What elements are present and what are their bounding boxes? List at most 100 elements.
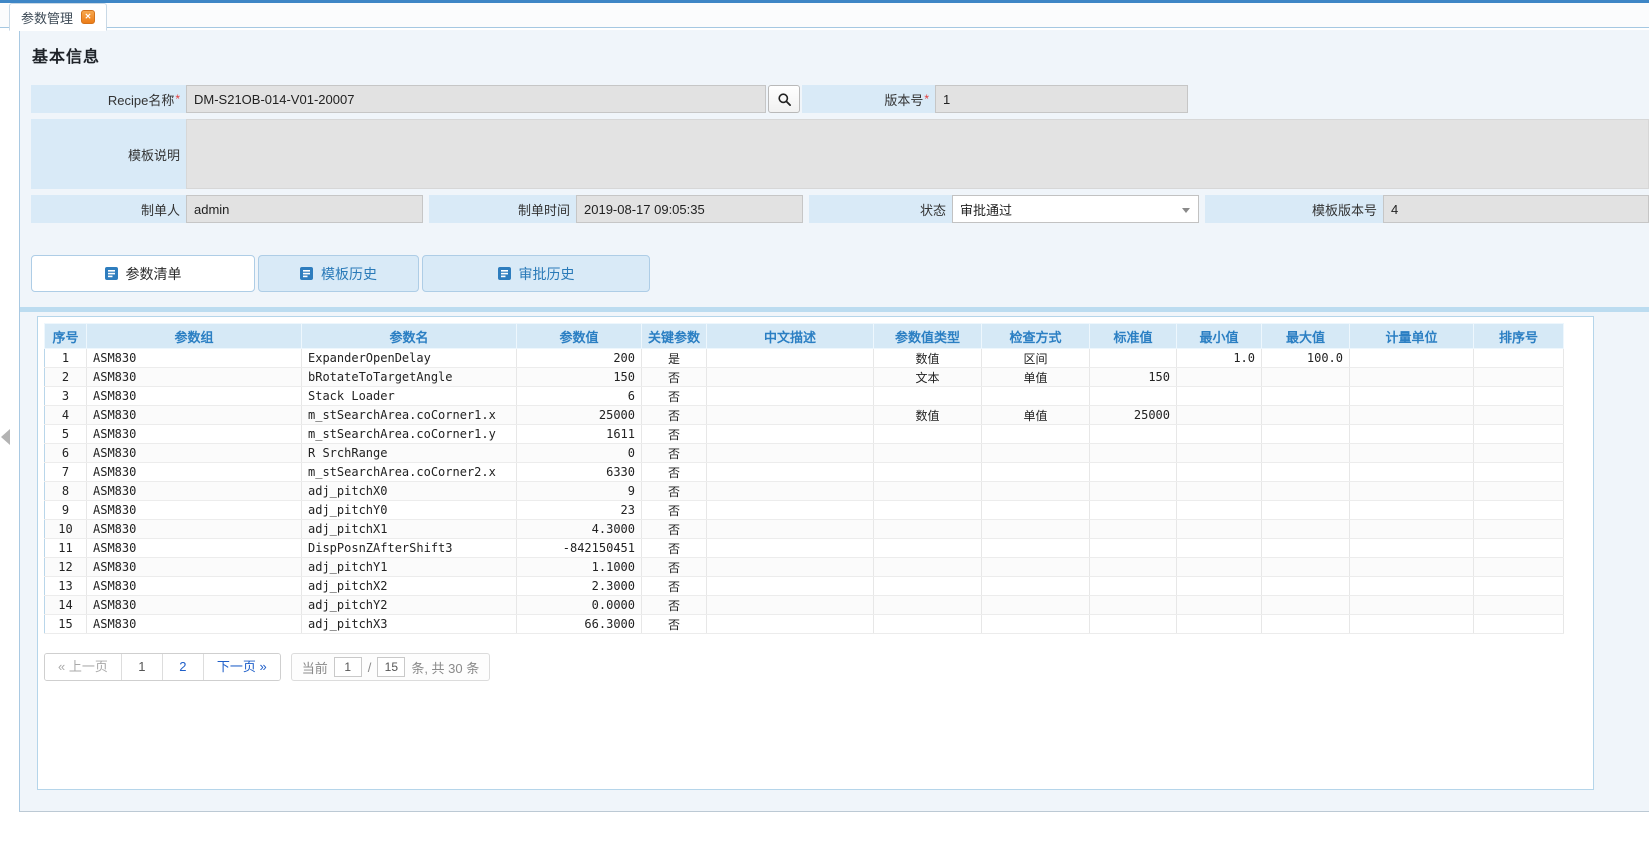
table-row[interactable]: 4ASM830m_stSearchArea.coCorner1.x25000否数… <box>45 406 1564 425</box>
collapse-panel-icon[interactable] <box>1 429 10 445</box>
table-cell: ASM830 <box>87 444 302 463</box>
table-cell <box>707 406 874 425</box>
page-title: 基本信息 <box>32 43 100 67</box>
table-cell <box>1474 406 1564 425</box>
table-cell <box>707 368 874 387</box>
table-cell: 15 <box>45 615 87 634</box>
page-button-group: « 上一页12下一页 » <box>44 653 281 681</box>
template-desc-textarea[interactable] <box>186 119 1649 189</box>
table-cell <box>1350 463 1474 482</box>
table-cell: 5 <box>45 425 87 444</box>
table-cell: ASM830 <box>87 558 302 577</box>
tab-template-history[interactable]: 模板历史 <box>258 255 419 292</box>
table-cell <box>1474 615 1564 634</box>
table-cell <box>1350 444 1474 463</box>
table-cell <box>1177 558 1262 577</box>
template-version-label: 模板版本号 <box>1205 195 1383 223</box>
table-cell <box>1090 558 1177 577</box>
table-cell: 11 <box>45 539 87 558</box>
table-cell: ASM830 <box>87 539 302 558</box>
table-row[interactable]: 14ASM830adj_pitchY20.0000否 <box>45 596 1564 615</box>
column-header: 参数组 <box>87 324 302 349</box>
column-header: 排序号 <box>1474 324 1564 349</box>
table-cell: 否 <box>642 425 707 444</box>
table-row[interactable]: 5ASM830m_stSearchArea.coCorner1.y1611否 <box>45 425 1564 444</box>
table-cell <box>707 482 874 501</box>
table-cell <box>1474 577 1564 596</box>
table-cell: adj_pitchY1 <box>302 558 517 577</box>
table-row[interactable]: 1ASM830ExpanderOpenDelay200是数值区间1.0100.0 <box>45 349 1564 368</box>
close-icon[interactable] <box>81 10 95 24</box>
table-cell: adj_pitchX1 <box>302 520 517 539</box>
table-cell <box>1177 615 1262 634</box>
tab-parameter-list[interactable]: 参数清单 <box>31 255 255 292</box>
tab-label: 参数清单 <box>126 264 182 284</box>
page-size-input[interactable] <box>377 657 405 677</box>
table-cell: ASM830 <box>87 406 302 425</box>
table-row[interactable]: 2ASM830bRotateToTargetAngle150否文本单值150 <box>45 368 1564 387</box>
prev-page-button[interactable]: « 上一页 <box>45 654 122 680</box>
table-cell: m_stSearchArea.coCorner1.x <box>302 406 517 425</box>
search-button[interactable] <box>768 85 800 113</box>
table-cell: 0.0000 <box>517 596 642 615</box>
creator-input[interactable]: admin <box>186 195 423 223</box>
table-cell: 数值 <box>874 349 982 368</box>
table-cell: 150 <box>1090 368 1177 387</box>
table-cell: m_stSearchArea.coCorner2.x <box>302 463 517 482</box>
creator-label-text: 制单人 <box>141 200 180 219</box>
table-cell <box>1177 577 1262 596</box>
current-page-input[interactable] <box>334 657 362 677</box>
table-cell: 否 <box>642 482 707 501</box>
page-button[interactable]: 2 <box>163 654 204 680</box>
table-cell <box>1350 596 1474 615</box>
version-input[interactable]: 1 <box>935 85 1188 113</box>
table-cell: 否 <box>642 596 707 615</box>
status-select[interactable]: 审批通过 <box>952 195 1199 223</box>
table-row[interactable]: 13ASM830adj_pitchX22.3000否 <box>45 577 1564 596</box>
list-icon <box>105 267 118 280</box>
table-cell <box>1350 482 1474 501</box>
table-cell <box>1262 482 1350 501</box>
table-cell <box>874 425 982 444</box>
table-cell <box>1474 520 1564 539</box>
table-cell <box>874 615 982 634</box>
table-row[interactable]: 12ASM830adj_pitchY11.1000否 <box>45 558 1564 577</box>
table-cell <box>707 539 874 558</box>
template-desc-label-text: 模板说明 <box>128 145 180 164</box>
table-row[interactable]: 3ASM830Stack Loader6否 <box>45 387 1564 406</box>
table-row[interactable]: 8ASM830adj_pitchX09否 <box>45 482 1564 501</box>
table-cell: DispPosnZAfterShift3 <box>302 539 517 558</box>
table-cell <box>1262 520 1350 539</box>
tab-approval-history[interactable]: 审批历史 <box>422 255 650 292</box>
table-row[interactable]: 6ASM830R SrchRange0否 <box>45 444 1564 463</box>
table-cell: ASM830 <box>87 615 302 634</box>
tab-label: 审批历史 <box>519 264 575 284</box>
table-cell <box>1350 387 1474 406</box>
template-version-input[interactable]: 4 <box>1383 195 1649 223</box>
table-cell <box>982 539 1090 558</box>
table-cell: ASM830 <box>87 596 302 615</box>
table-cell <box>1090 539 1177 558</box>
current-page-button[interactable]: 1 <box>122 654 163 680</box>
table-cell <box>1177 539 1262 558</box>
tab-parameter-management[interactable]: 参数管理 <box>9 3 107 31</box>
table-cell: 否 <box>642 406 707 425</box>
table-row[interactable]: 9ASM830adj_pitchY023否 <box>45 501 1564 520</box>
recipe-name-input[interactable]: DM-S21OB-014-V01-20007 <box>186 85 766 113</box>
next-page-button[interactable]: 下一页 » <box>204 654 280 680</box>
table-cell <box>1262 501 1350 520</box>
table-cell: ASM830 <box>87 577 302 596</box>
table-row[interactable]: 11ASM830DispPosnZAfterShift3-842150451否 <box>45 539 1564 558</box>
table-row[interactable]: 7ASM830m_stSearchArea.coCorner2.x6330否 <box>45 463 1564 482</box>
table-cell: 6330 <box>517 463 642 482</box>
table-cell <box>1350 406 1474 425</box>
column-header: 计量单位 <box>1350 324 1474 349</box>
table-cell: ASM830 <box>87 368 302 387</box>
list-icon <box>300 267 313 280</box>
table-cell <box>1262 406 1350 425</box>
table-cell: 否 <box>642 558 707 577</box>
column-header: 最小值 <box>1177 324 1262 349</box>
table-row[interactable]: 10ASM830adj_pitchX14.3000否 <box>45 520 1564 539</box>
table-row[interactable]: 15ASM830adj_pitchX366.3000否 <box>45 615 1564 634</box>
create-time-input[interactable]: 2019-08-17 09:05:35 <box>576 195 803 223</box>
